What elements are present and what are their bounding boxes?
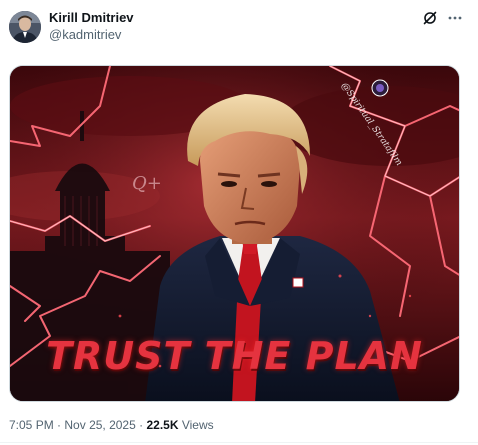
more-button[interactable] [444,9,466,31]
divider [0,442,478,443]
more-icon [447,10,463,31]
meta-separator: · [57,418,62,432]
image-overlay-text: TRUST THE PLAN [46,334,423,378]
grok-button[interactable] [419,9,441,31]
views-label: Views [181,418,214,432]
tweet-date[interactable]: Nov 25, 2025 [64,418,135,432]
tweet-time[interactable]: 7:05 PM [9,418,54,432]
tweet-image[interactable]: Q+ @Spiritual_Stratafilm TRUST THE PLAN [9,65,460,402]
tweet: Kirill Dmitriev @kadmitriev Q+ @Spiritua… [0,0,478,445]
author-handle[interactable]: @kadmitriev [49,27,121,43]
svg-text:Q+: Q+ [132,173,162,194]
meta-separator-2: · [139,418,144,432]
views-count: 22.5K [146,418,179,432]
author-name[interactable]: Kirill Dmitriev [49,10,134,26]
avatar[interactable] [9,11,41,43]
tweet-meta: 7:05 PM · Nov 25, 2025 · 22.5K Views [9,417,214,433]
grok-icon [422,10,438,31]
